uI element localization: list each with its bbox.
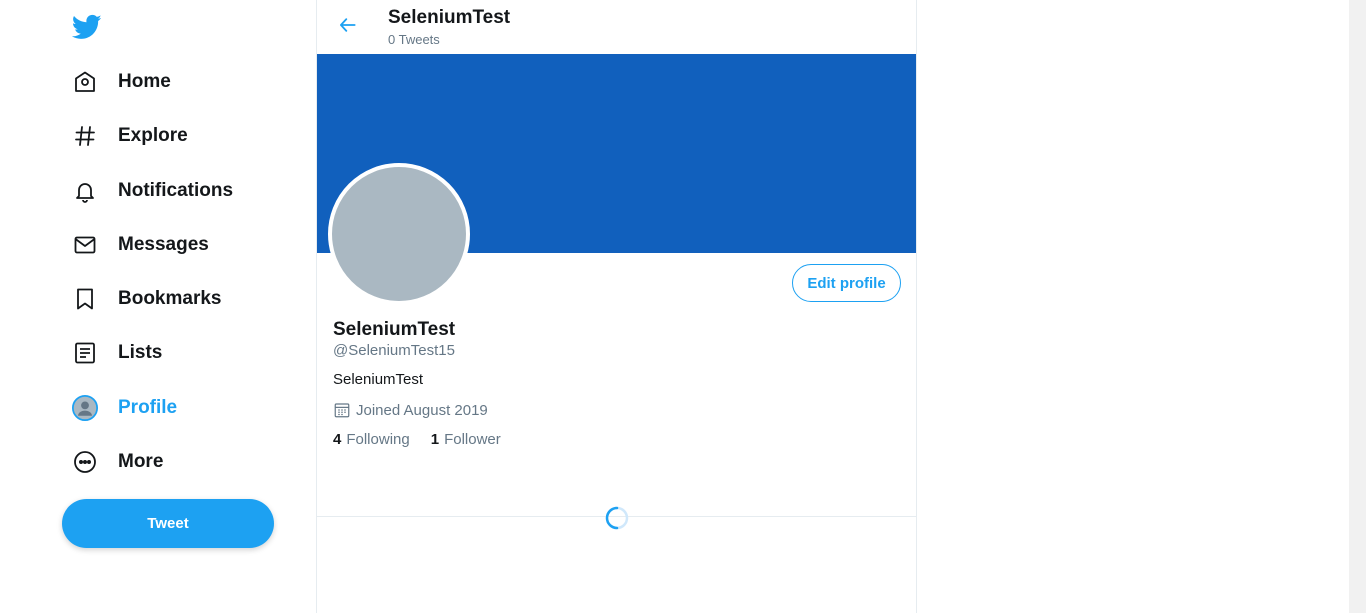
followers-label: Follower xyxy=(444,431,501,448)
sidebar-item-label: Bookmarks xyxy=(118,288,222,309)
arrow-left-icon xyxy=(338,15,358,40)
profile-joined: Joined August 2019 xyxy=(333,401,488,419)
follow-stats: 4 Following 1 Follower xyxy=(333,431,501,448)
sidebar-item-label: More xyxy=(118,451,164,472)
sidebar-item-explore[interactable]: Explore xyxy=(62,114,198,158)
sidebar-item-profile[interactable]: Profile xyxy=(62,386,187,430)
tweet-button[interactable]: Tweet xyxy=(62,499,274,548)
profile-avatar[interactable] xyxy=(328,163,470,305)
hashtag-icon xyxy=(72,123,98,149)
profile-bio: SeleniumTest xyxy=(333,371,424,388)
more-icon xyxy=(72,449,98,475)
main-column: SeleniumTest 0 Tweets Edit profile Selen… xyxy=(317,0,917,613)
profile-avatar-icon xyxy=(72,395,98,421)
sidebar-item-label: Profile xyxy=(118,397,178,418)
following-label: Following xyxy=(346,431,410,448)
list-icon xyxy=(72,340,98,366)
bookmark-icon xyxy=(72,286,98,312)
sidebar: Home Explore Notifications Messages Book… xyxy=(0,0,317,613)
edit-profile-button[interactable]: Edit profile xyxy=(792,264,901,302)
back-button[interactable] xyxy=(335,14,361,40)
profile-handle: @SeleniumTest15 xyxy=(333,342,455,359)
sidebar-item-label: Explore xyxy=(118,125,188,146)
sidebar-item-label: Lists xyxy=(118,342,163,363)
tweet-count: 0 Tweets xyxy=(388,32,440,47)
profile-name: SeleniumTest xyxy=(333,319,456,340)
following-link[interactable]: 4 Following xyxy=(333,431,410,448)
scrollbar[interactable] xyxy=(1349,0,1366,613)
joined-date: Joined August 2019 xyxy=(356,401,488,419)
calendar-icon xyxy=(333,401,351,419)
sidebar-item-bookmarks[interactable]: Bookmarks xyxy=(62,277,232,321)
sidebar-item-home[interactable]: Home xyxy=(62,60,181,104)
home-icon xyxy=(72,69,98,95)
sidebar-item-notifications[interactable]: Notifications xyxy=(62,169,243,213)
twitter-logo-icon[interactable] xyxy=(71,12,102,42)
sidebar-item-messages[interactable]: Messages xyxy=(62,223,219,267)
profile-header: SeleniumTest 0 Tweets xyxy=(317,0,916,53)
sidebar-item-label: Messages xyxy=(118,234,209,255)
envelope-icon xyxy=(72,232,98,258)
sidebar-item-more[interactable]: More xyxy=(62,440,173,484)
sidebar-item-lists[interactable]: Lists xyxy=(62,331,172,375)
followers-link[interactable]: 1 Follower xyxy=(431,431,501,448)
followers-count: 1 xyxy=(430,431,440,448)
bell-icon xyxy=(72,178,98,204)
following-count: 4 xyxy=(333,431,342,448)
page-title: SeleniumTest xyxy=(388,7,511,28)
loading-spinner-icon xyxy=(605,506,629,530)
sidebar-item-label: Notifications xyxy=(118,180,234,201)
sidebar-item-label: Home xyxy=(118,71,171,92)
